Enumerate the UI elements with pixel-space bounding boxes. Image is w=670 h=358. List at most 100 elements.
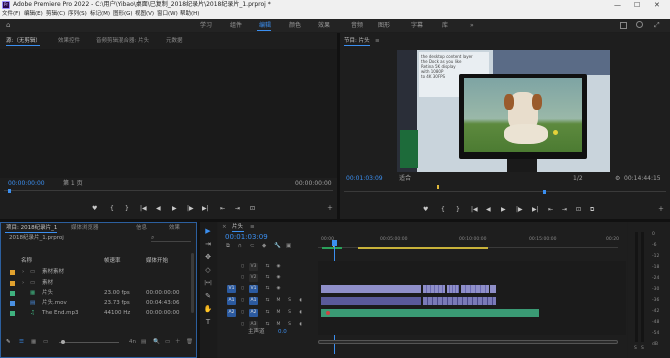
source-step-forward-button[interactable]: |▶ xyxy=(187,205,194,213)
source-insert-button[interactable]: ⇤ xyxy=(220,205,225,213)
maximize-button[interactable]: ☐ xyxy=(634,0,640,10)
home-icon[interactable]: ⌂ xyxy=(6,21,14,29)
solo-button[interactable]: S xyxy=(285,309,294,317)
lock-track-icon[interactable]: ▯ xyxy=(238,297,247,305)
type-tool-icon[interactable]: T xyxy=(203,317,213,327)
close-button[interactable]: ✕ xyxy=(654,0,660,10)
selection-tool-icon[interactable]: ▶ xyxy=(203,226,213,236)
program-marker[interactable] xyxy=(437,185,439,189)
program-go-to-out-button[interactable]: ▶| xyxy=(532,206,539,214)
track-target-v3[interactable]: V3 xyxy=(249,263,258,271)
captions-icon[interactable]: ▣ xyxy=(286,242,291,251)
timeline-scroll-handle[interactable] xyxy=(318,340,618,344)
program-extract-button[interactable]: ⇥ xyxy=(562,206,567,214)
source-patch-v1[interactable]: V1 xyxy=(227,285,236,293)
menu-graphics[interactable]: 图形(G) xyxy=(113,10,133,19)
writable-pencil-icon[interactable]: ✎ xyxy=(6,338,11,347)
track-target-v1[interactable]: V1 xyxy=(249,285,258,293)
tab-info[interactable]: 信息 xyxy=(136,223,147,233)
program-add-marker-button[interactable]: ♥ xyxy=(423,206,428,214)
program-export-frame-button[interactable]: ⊡ xyxy=(576,206,581,214)
mute-button[interactable]: M xyxy=(274,309,283,317)
minimize-button[interactable]: — xyxy=(614,0,621,10)
workspace-learn[interactable]: 学习 xyxy=(200,19,212,32)
video-clip[interactable] xyxy=(447,285,459,293)
project-item-name[interactable]: 片头.mov xyxy=(42,299,67,308)
menu-markers[interactable]: 标记(M) xyxy=(90,10,110,19)
workspace-assembly[interactable]: 组件 xyxy=(230,19,242,32)
project-search-field[interactable]: ⌕ xyxy=(151,234,191,242)
tab-metadata[interactable]: 元数据 xyxy=(166,36,183,46)
lock-track-icon[interactable]: ▯ xyxy=(238,274,247,282)
menu-file[interactable]: 文件(F) xyxy=(2,10,20,19)
toggle-output-eye-icon[interactable]: ◉ xyxy=(274,263,283,271)
zoom-slider[interactable] xyxy=(59,342,119,343)
column-media-start[interactable]: 媒体开始 xyxy=(146,257,168,266)
source-overwrite-button[interactable]: ⇥ xyxy=(235,205,240,213)
hand-tool-icon[interactable]: ✋ xyxy=(203,304,213,314)
bin-expand-icon[interactable]: › xyxy=(22,268,24,277)
voice-over-mic-icon[interactable]: ◖ xyxy=(296,309,305,317)
label-color-swatch[interactable] xyxy=(10,270,15,275)
column-frame-rate[interactable]: 帧速率 xyxy=(104,257,121,266)
program-resolution-select[interactable]: 1/2 xyxy=(573,175,583,183)
project-item-name[interactable]: 片头 xyxy=(42,289,53,298)
sync-lock-icon[interactable]: ⇆ xyxy=(263,263,272,271)
workspace-libraries[interactable]: 库 xyxy=(442,19,448,32)
project-scrollbar[interactable] xyxy=(191,253,194,313)
add-marker-icon[interactable]: ◆ xyxy=(262,242,266,251)
workspace-captions[interactable]: 字幕 xyxy=(411,19,423,32)
source-scrub-bar[interactable] xyxy=(4,190,333,191)
source-mark-in-button[interactable]: { xyxy=(110,205,114,213)
toggle-output-eye-icon[interactable]: ◉ xyxy=(274,274,283,282)
mute-button[interactable]: M xyxy=(274,297,283,305)
program-mark-out-button[interactable]: } xyxy=(456,206,460,214)
voice-over-mic-icon[interactable]: ◖ xyxy=(296,297,305,305)
audio-clip[interactable] xyxy=(423,297,496,305)
workspace-effects[interactable]: 效果 xyxy=(318,19,330,32)
video-clip[interactable] xyxy=(461,285,489,293)
program-compare-button[interactable]: ⧉ xyxy=(590,206,594,214)
program-zoom-select[interactable]: 适合 xyxy=(399,175,411,183)
solo-right-button[interactable]: S xyxy=(641,346,644,351)
find-icon[interactable]: 🔍 xyxy=(153,338,160,347)
snap-icon[interactable]: ∩ xyxy=(238,242,242,251)
tab-audio-clip-mixer[interactable]: 音频剪辑混合器: 片头 xyxy=(96,36,149,46)
nest-icon[interactable]: ⧉ xyxy=(226,242,230,251)
timeline-settings-icon[interactable]: 🔧 xyxy=(274,242,281,251)
source-step-back-button[interactable]: ◀ xyxy=(156,205,161,213)
project-item-name[interactable]: 素材 xyxy=(42,279,53,288)
source-add-marker-button[interactable]: ♥ xyxy=(92,205,97,213)
program-step-back-button[interactable]: ◀ xyxy=(486,206,491,214)
sync-lock-icon[interactable]: ⇆ xyxy=(263,274,272,282)
icon-view-icon[interactable]: ▦ xyxy=(31,338,36,347)
lock-track-icon[interactable]: ▯ xyxy=(238,309,247,317)
program-play-button[interactable]: ▶ xyxy=(501,206,506,214)
timeline-menu-icon[interactable]: ≡ xyxy=(250,222,255,232)
label-color-swatch[interactable] xyxy=(10,311,15,316)
track-target-a1[interactable]: A1 xyxy=(249,297,258,305)
label-color-swatch[interactable] xyxy=(10,281,15,286)
menu-clip[interactable]: 剪辑(C) xyxy=(46,10,65,19)
voice-over-mic-icon[interactable]: ◖ xyxy=(296,321,305,329)
source-export-frame-button[interactable]: ⊡ xyxy=(250,205,255,213)
lock-track-icon[interactable]: ▯ xyxy=(238,285,247,293)
sync-lock-icon[interactable]: ⇆ xyxy=(263,297,272,305)
share-icon[interactable] xyxy=(620,22,627,29)
pen-tool-icon[interactable]: ✎ xyxy=(203,291,213,301)
program-playhead[interactable] xyxy=(543,190,546,194)
audio-clip[interactable] xyxy=(321,309,539,317)
lock-track-icon[interactable]: ▯ xyxy=(238,321,247,329)
freeform-view-icon[interactable]: ▭ xyxy=(43,338,48,347)
ripple-edit-tool-icon[interactable]: ✥ xyxy=(203,252,213,262)
track-target-v2[interactable]: V2 xyxy=(249,274,258,282)
timeline-timecode[interactable]: 00:01:03:09 xyxy=(225,233,268,241)
project-item-name[interactable]: 素材素材 xyxy=(42,268,64,277)
search-icon[interactable] xyxy=(636,21,643,28)
audio-keyframe[interactable] xyxy=(326,311,330,315)
solo-left-button[interactable]: S xyxy=(634,346,637,351)
lock-track-icon[interactable]: ▯ xyxy=(238,263,247,271)
new-bin-icon[interactable]: ▭ xyxy=(165,338,170,347)
menu-window[interactable]: 窗口(W) xyxy=(157,10,178,19)
menu-help[interactable]: 帮助(H) xyxy=(180,10,199,19)
